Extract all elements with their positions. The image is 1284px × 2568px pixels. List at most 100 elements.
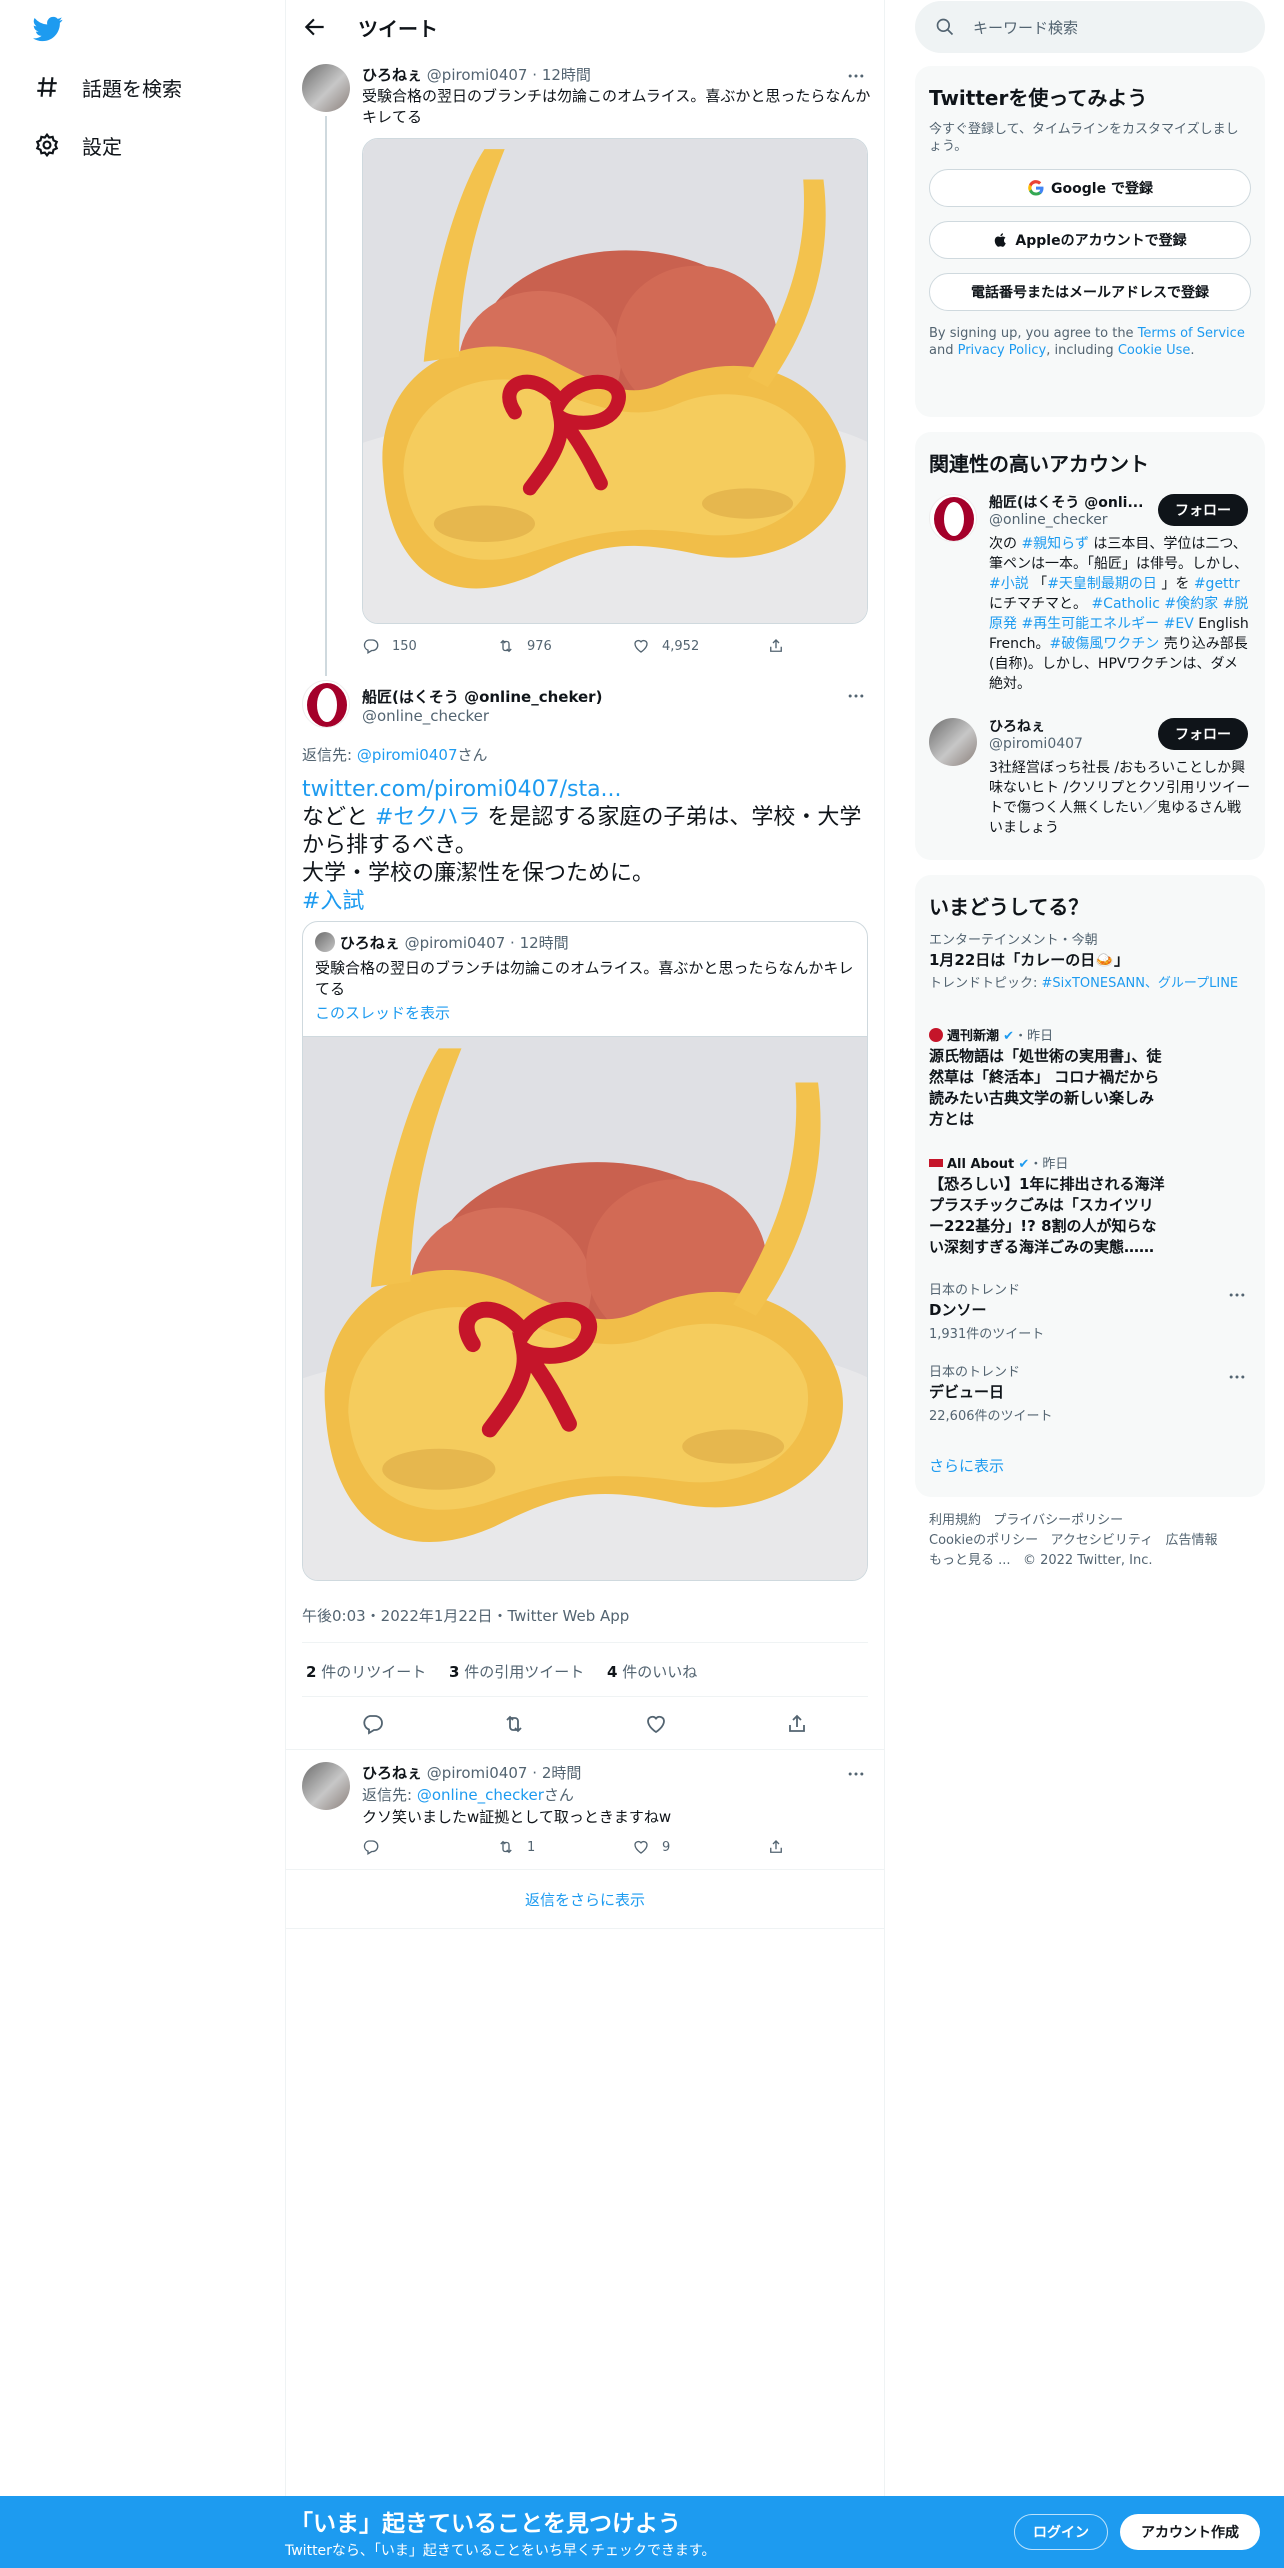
reply-to-link[interactable]: @piromi0407 — [357, 746, 458, 764]
trend-item[interactable]: 日本のトレンド Dンソー 1,931件のツイート — [929, 1279, 1249, 1342]
tweet-text: 受験合格の翌日のブランチは勿論このオムライス。喜ぶかと思ったらなんかキレてる — [362, 87, 871, 126]
more-icon[interactable] — [1227, 1367, 1247, 1387]
footer-link[interactable]: 利用規約 — [929, 1513, 981, 1528]
apple-icon — [995, 233, 1007, 247]
author-handle[interactable]: @piromi0407 — [427, 66, 528, 84]
show-more-trends-link[interactable]: さらに表示 — [929, 1455, 1004, 1476]
phone-email-signup-button[interactable]: 電話番号またはメールアドレスで登録 — [929, 273, 1251, 311]
hashtag-link[interactable]: #破傷風ワクチン — [1050, 636, 1160, 652]
trend-item[interactable]: エンターテインメント・今朝 1月22日は「カレーの日🍛」 トレンドトピック: #… — [929, 929, 1249, 992]
signup-subtitle: 今すぐ登録して、タイムラインをカスタマイズしましょう。 — [929, 122, 1239, 154]
show-more-replies-button[interactable]: 返信をさらに表示 — [286, 1869, 884, 1929]
avatar[interactable] — [302, 64, 350, 112]
signup-card: Twitterを使ってみよう 今すぐ登録して、タイムラインをカスタマイズしましょ… — [915, 66, 1265, 417]
nav-explore[interactable]: 話題を検索 — [34, 67, 182, 107]
like-button[interactable]: 9 — [632, 1838, 767, 1856]
more-icon[interactable] — [846, 686, 866, 706]
more-icon[interactable] — [846, 1764, 866, 1784]
share-button[interactable] — [767, 1838, 785, 1856]
reply-button[interactable]: 150 — [362, 637, 497, 655]
parent-tweet[interactable]: ひろねぇ @piromi0407 · 12時間 受験合格の翌日のブランチは勿論こ… — [286, 54, 884, 676]
login-button[interactable]: ログイン — [1014, 2514, 1108, 2550]
back-arrow-icon[interactable] — [302, 14, 328, 40]
tweet-actions — [302, 1704, 868, 1744]
footer-link[interactable]: プライバシーポリシー — [993, 1513, 1123, 1528]
nav-settings[interactable]: 設定 — [34, 125, 122, 165]
trend-item[interactable]: All About ✔・昨日 【恐ろしい】1年に排出される海洋プラスチックごみは… — [929, 1153, 1165, 1258]
like-count-link[interactable]: 4 件のいいね — [607, 1663, 697, 1681]
hashtag-link[interactable]: #入試 — [302, 889, 364, 914]
share-icon[interactable] — [785, 1712, 809, 1736]
hashtag-link[interactable]: #再生可能エネルギー — [1021, 616, 1159, 632]
account-handle[interactable]: @piromi0407 — [989, 736, 1083, 752]
nav-settings-label: 設定 — [82, 134, 122, 159]
reply-icon[interactable] — [361, 1712, 385, 1736]
account-handle[interactable]: @online_checker — [989, 512, 1108, 528]
apple-signup-button[interactable]: Appleのアカウントで登録 — [929, 221, 1251, 259]
retweet-icon — [497, 637, 515, 655]
hashtag-link[interactable]: #天皇制最期の日 — [1047, 576, 1157, 592]
footer-link[interactable]: Cookieのポリシー — [929, 1533, 1038, 1548]
reply-to-link[interactable]: @online_checker — [417, 1786, 544, 1804]
like-button[interactable]: 4,952 — [632, 637, 767, 655]
cookie-link[interactable]: Cookie Use — [1118, 343, 1191, 358]
copyright: © 2022 Twitter, Inc. — [1022, 1553, 1153, 1568]
search-input[interactable]: キーワード検索 — [973, 17, 1078, 38]
avatar[interactable] — [302, 680, 350, 728]
hashtag-link[interactable]: #gettr — [1194, 576, 1240, 592]
more-icon[interactable] — [846, 66, 866, 86]
follow-button[interactable]: フォロー — [1158, 494, 1248, 526]
quote-count-link[interactable]: 3 件の引用ツイート — [449, 1663, 584, 1681]
tweet-timestamp[interactable]: 午後0:03・2022年1月22日・Twitter Web App — [302, 1605, 629, 1626]
account-name[interactable]: 船匠(はくそう @onli... — [989, 492, 1143, 512]
google-signup-button[interactable]: Google で登録 — [929, 169, 1251, 207]
signup-title: Twitterを使ってみよう — [929, 86, 1148, 110]
hashtag-link[interactable]: #倹約家 — [1164, 596, 1218, 612]
related-accounts-card: 関連性の高いアカウント 船匠(はくそう @onli... @online_che… — [915, 432, 1265, 860]
retweet-icon[interactable] — [502, 1712, 526, 1736]
show-thread-link[interactable]: このスレッドを表示 — [315, 1002, 450, 1023]
privacy-link[interactable]: Privacy Policy — [958, 343, 1047, 358]
footer-link[interactable]: もっと見る ... — [929, 1553, 1011, 1568]
reply-tweet[interactable]: ひろねぇ @piromi0407 · 2時間 返信先: @online_chec… — [286, 1749, 884, 1869]
follow-button[interactable]: フォロー — [1158, 718, 1248, 750]
retweet-button[interactable]: 1 — [497, 1838, 632, 1856]
heart-icon[interactable] — [644, 1712, 668, 1736]
trend-item[interactable]: 週刊新潮 ✔・昨日 源氏物語は「処世術の実用書」、徒然草は「終活本」 コロナ禍だ… — [929, 1025, 1165, 1130]
retweet-count-link[interactable]: 2 件のリツイート — [306, 1663, 426, 1681]
footer-link[interactable]: 広告情報 — [1166, 1533, 1218, 1548]
author-handle[interactable]: @piromi0407 — [427, 1764, 528, 1782]
hashtag-link[interactable]: #EV — [1164, 616, 1194, 632]
footer-link[interactable]: アクセシビリティ — [1051, 1533, 1154, 1548]
search-box[interactable]: キーワード検索 — [915, 1, 1265, 53]
twitter-logo-icon[interactable] — [33, 14, 63, 44]
hashtag-link[interactable]: #セクハラ — [375, 805, 480, 830]
tweet-link[interactable]: twitter.com/piromi0407/sta... — [302, 777, 622, 802]
share-button[interactable] — [767, 637, 785, 655]
tweet-time[interactable]: 12時間 — [542, 66, 591, 84]
share-icon — [767, 1838, 785, 1856]
tweet-image[interactable] — [362, 138, 868, 624]
hashtag-link[interactable]: #親知らず — [1021, 536, 1088, 552]
trend-item[interactable]: 日本のトレンド デビュー日 22,606件のツイート — [929, 1361, 1249, 1424]
tweet-time[interactable]: 2時間 — [542, 1764, 582, 1782]
author-name[interactable]: ひろねぇ — [362, 66, 422, 84]
retweet-button[interactable]: 976 — [497, 637, 632, 655]
avatar — [315, 932, 335, 952]
hashtag-link[interactable]: #小説 — [989, 576, 1029, 592]
terms-link[interactable]: Terms of Service — [1138, 326, 1245, 341]
avatar[interactable] — [929, 494, 977, 542]
author-name[interactable]: ひろねぇ — [362, 1764, 422, 1782]
create-account-button[interactable]: アカウント作成 — [1120, 2514, 1260, 2550]
quoted-tweet[interactable]: ひろねぇ @piromi0407 · 12時間 受験合格の翌日のブランチは勿論こ… — [302, 921, 868, 1581]
more-icon[interactable] — [1227, 1285, 1247, 1305]
author-handle[interactable]: @online_checker — [362, 707, 489, 725]
avatar[interactable] — [302, 1762, 350, 1810]
reply-button[interactable] — [362, 1838, 497, 1856]
account-name[interactable]: ひろねぇ — [989, 716, 1045, 736]
author-name[interactable]: 船匠(はくそう @online_cheker) — [362, 686, 602, 707]
avatar[interactable] — [929, 718, 977, 766]
hashtag-link[interactable]: #Catholic — [1091, 596, 1160, 612]
quoted-tweet-image[interactable] — [303, 1036, 867, 1581]
trends-title: いまどうしてる？ — [929, 895, 1089, 919]
